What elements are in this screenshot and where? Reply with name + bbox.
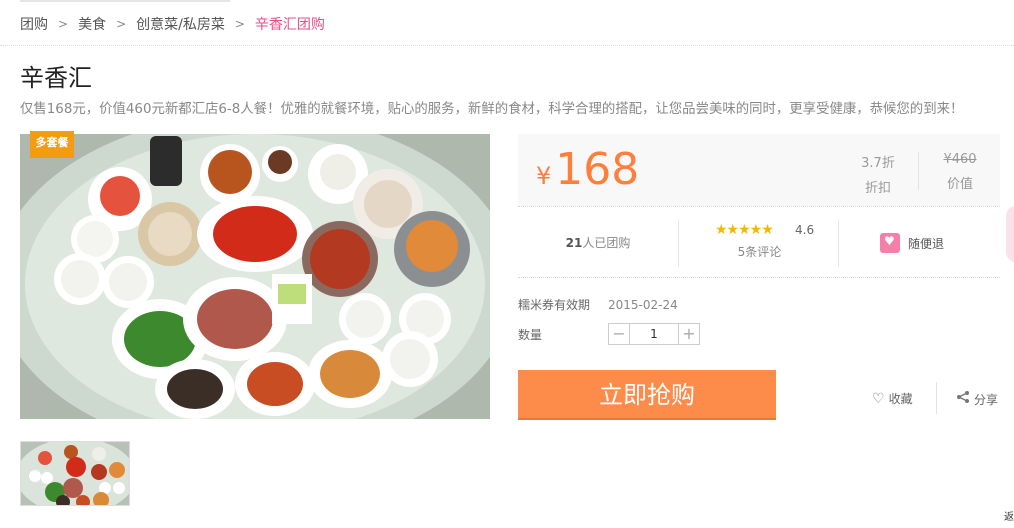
chevron-right-icon: > bbox=[116, 17, 127, 31]
chevron-right-icon: > bbox=[58, 17, 69, 31]
discount-value: 3.7折 bbox=[861, 156, 895, 171]
breadcrumb-divider bbox=[0, 45, 1014, 46]
discount-label: 折扣 bbox=[864, 181, 891, 196]
original-price-stat: ¥460 价值 bbox=[938, 152, 982, 192]
buy-now-button[interactable]: 立即抢购 bbox=[518, 370, 776, 420]
share-icon bbox=[956, 390, 970, 408]
thumbnail-image[interactable] bbox=[20, 441, 130, 506]
discount-stat: 3.7折 折扣 bbox=[856, 152, 900, 196]
sold-count-number: 21 bbox=[565, 236, 583, 250]
quantity-label: 数量 bbox=[518, 327, 543, 342]
current-price: ¥ 168 bbox=[536, 148, 639, 192]
refund-label: 随便退 bbox=[908, 236, 945, 251]
rating-cell[interactable]: ★★★★★ 4.6 5条评论 bbox=[678, 219, 839, 267]
validity-date: 2015-02-24 bbox=[608, 298, 678, 312]
side-float-widget[interactable] bbox=[1006, 206, 1014, 262]
deal-title: 辛香汇 bbox=[20, 64, 92, 92]
breadcrumb-tuangou[interactable]: 团购 bbox=[20, 14, 48, 34]
deal-stats-row: 21人已团购 ★★★★★ 4.6 5条评论 随便退 bbox=[518, 206, 1000, 278]
voucher-validity: 糯米券有效期 2015-02-24 bbox=[518, 296, 678, 313]
action-divider bbox=[936, 382, 937, 414]
breadcrumb: 团购 > 美食 > 创意菜/私房菜 > 辛香汇团购 bbox=[20, 14, 325, 34]
favorite-button[interactable]: ♡ 收藏 bbox=[872, 390, 913, 407]
quantity-input[interactable]: 1 bbox=[629, 324, 679, 344]
breadcrumb-category[interactable]: 创意菜/私房菜 bbox=[136, 14, 225, 34]
chevron-right-icon: > bbox=[234, 17, 245, 31]
rating-score: 4.6 bbox=[795, 223, 815, 237]
price-value: 168 bbox=[555, 144, 640, 195]
top-divider bbox=[20, 0, 230, 2]
stat-divider bbox=[918, 152, 919, 190]
heart-outline-icon: ♡ bbox=[872, 390, 885, 407]
favorite-label: 收藏 bbox=[888, 392, 913, 406]
price-panel: ¥ 168 3.7折 折扣 ¥460 价值 bbox=[518, 134, 1000, 206]
quantity-row: 数量 − 1 + bbox=[518, 322, 700, 346]
validity-label: 糯米券有效期 bbox=[518, 298, 591, 312]
plus-icon[interactable]: + bbox=[679, 324, 699, 344]
refund-heart-icon bbox=[880, 233, 900, 253]
original-price-value: ¥460 bbox=[943, 152, 977, 167]
food-table-illustration bbox=[20, 134, 490, 419]
star-rating-icon: ★★★★★ bbox=[715, 222, 774, 238]
share-label: 分享 bbox=[974, 392, 999, 407]
back-to-top-label[interactable]: 返 bbox=[1004, 508, 1014, 523]
thumbnail-illustration bbox=[21, 442, 129, 505]
share-button[interactable]: 分享 bbox=[956, 390, 998, 408]
review-count-link[interactable]: 5条评论 bbox=[679, 243, 840, 260]
breadcrumb-current[interactable]: 辛香汇团购 bbox=[255, 14, 325, 34]
deal-description: 仅售168元，价值460元新都汇店6-8人餐！优雅的就餐环境，贴心的服务，新鲜的… bbox=[20, 102, 964, 117]
multi-package-badge: 多套餐 bbox=[30, 131, 74, 158]
refund-guarantee: 随便退 bbox=[880, 233, 944, 253]
minus-icon[interactable]: − bbox=[609, 324, 629, 344]
sold-count: 21人已团购 bbox=[518, 207, 678, 279]
main-food-image[interactable] bbox=[20, 134, 490, 419]
breadcrumb-food[interactable]: 美食 bbox=[78, 14, 106, 34]
original-price-label: 价值 bbox=[946, 177, 973, 192]
sold-count-label: 人已团购 bbox=[582, 236, 631, 250]
quantity-stepper: − 1 + bbox=[608, 323, 700, 345]
currency-symbol: ¥ bbox=[536, 162, 552, 190]
